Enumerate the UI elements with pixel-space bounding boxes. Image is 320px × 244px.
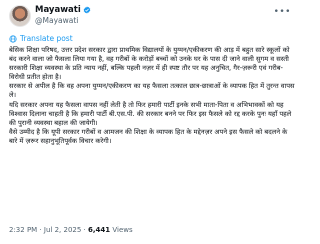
verified-badge-icon (83, 6, 91, 14)
display-name[interactable]: Mayawati (35, 5, 81, 15)
name-row: Mayawati (35, 5, 91, 15)
meta-separator: · (39, 226, 42, 234)
tweet-paragraph-2: सरकार से अपील है कि वह अपना युग्मन/एकीकर… (9, 82, 295, 100)
tweet-body: बेसिक शिक्षा परिषद, उत्तर प्रदेश सरकार द… (9, 46, 295, 146)
tweet-meta: 2:32 PM · Jul 2, 2025 · 6,441 Views (9, 226, 133, 235)
translate-globe-icon (9, 34, 17, 43)
tweet-paragraph-3: यदि सरकार अपना यह फैसला वापस नहीं लेती ह… (9, 100, 292, 127)
post-date[interactable]: Jul 2, 2025 (44, 226, 81, 234)
handle[interactable]: @Mayawati (35, 16, 78, 25)
tweet-paragraph-1: बेसिक शिक्षा परिषद, उत्तर प्रदेश सरकार द… (9, 46, 290, 82)
tweet-header: Mayawati @Mayawati ••• (9, 4, 291, 30)
post-time[interactable]: 2:32 PM (9, 226, 37, 234)
more-options-icon[interactable]: ••• (274, 7, 291, 17)
avatar[interactable] (9, 5, 31, 27)
tweet: Mayawati @Mayawati ••• Translate post बे… (0, 0, 300, 244)
views-count: 6,441 (88, 226, 111, 234)
tweet-paragraph-4: वैसे उम्मीद है कि यूपी सरकार गरीबों व आम… (9, 127, 288, 145)
meta-separator: · (83, 226, 86, 234)
views-label: Views (112, 226, 133, 234)
translate-post-link[interactable]: Translate post (9, 34, 73, 43)
translate-post-label: Translate post (20, 34, 73, 43)
